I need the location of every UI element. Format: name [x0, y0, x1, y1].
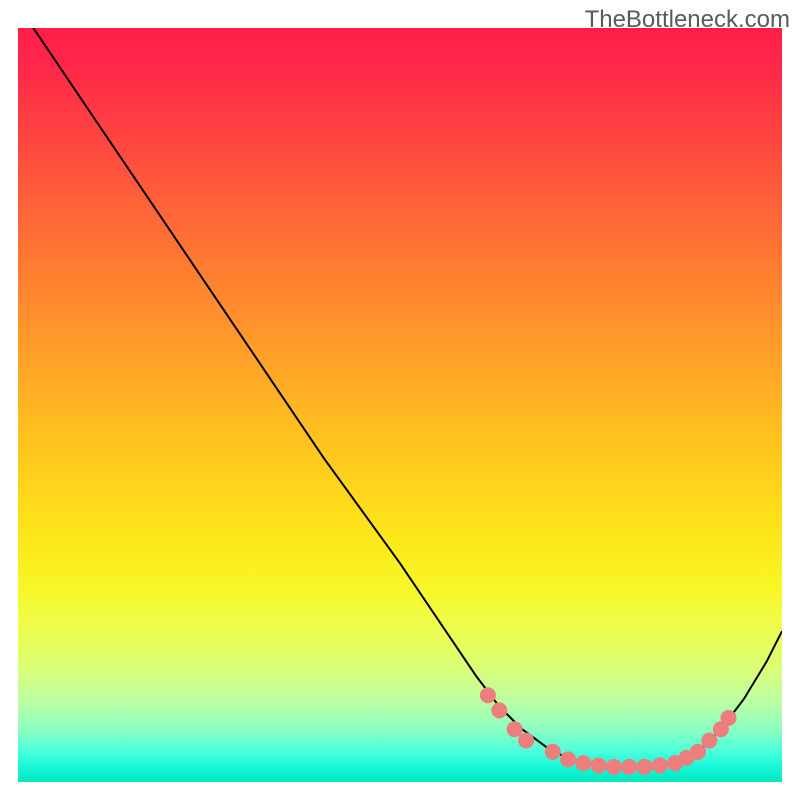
curve-line [33, 28, 782, 767]
marker-dot [606, 759, 622, 775]
marker-dot [621, 759, 637, 775]
marker-dot [560, 751, 576, 767]
marker-dot [507, 721, 523, 737]
marker-dot [480, 687, 496, 703]
marker-group [480, 687, 737, 775]
marker-dot [690, 744, 706, 760]
marker-dot [701, 733, 717, 749]
marker-dot [591, 757, 607, 773]
watermark-text: TheBottleneck.com [585, 6, 790, 34]
chart-svg [18, 28, 782, 782]
marker-dot [652, 757, 668, 773]
marker-dot [721, 710, 737, 726]
marker-dot [575, 755, 591, 771]
marker-dot [637, 759, 653, 775]
chart-container: TheBottleneck.com [0, 0, 800, 800]
marker-dot [491, 702, 507, 718]
marker-dot [518, 733, 534, 749]
marker-dot [545, 744, 561, 760]
plot-area [18, 28, 782, 782]
